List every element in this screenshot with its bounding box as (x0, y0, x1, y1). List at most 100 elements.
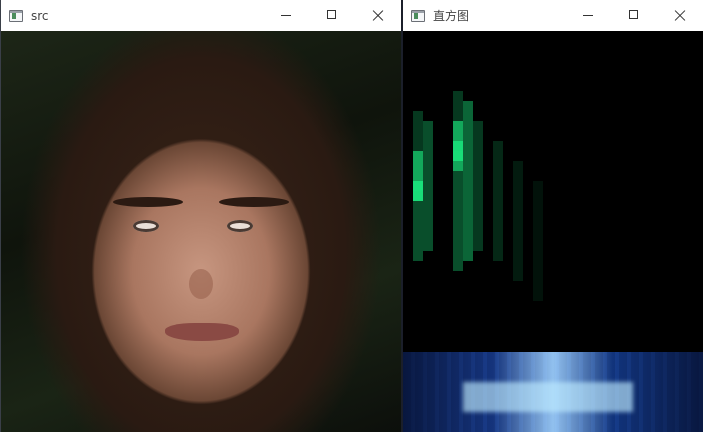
histogram-cell (413, 211, 423, 221)
histogram-cell (513, 261, 523, 271)
histogram-cell (533, 251, 543, 261)
histogram-cell (533, 191, 543, 201)
histogram-cell (423, 231, 433, 241)
histogram-image (403, 31, 703, 352)
histogram-cell (473, 141, 483, 151)
histogram-cell (453, 111, 463, 121)
histogram-cell (533, 261, 543, 271)
histogram-cell (413, 121, 423, 131)
histogram-cell (513, 171, 523, 181)
nose (189, 269, 213, 299)
close-icon[interactable] (657, 0, 703, 31)
histogram-cell (463, 171, 473, 181)
histogram-cell (473, 121, 483, 131)
histogram-cell (463, 151, 473, 161)
maximize-icon[interactable] (611, 0, 657, 31)
histogram-cell (423, 121, 433, 131)
histogram-cell (463, 251, 473, 261)
histogram-cell (473, 171, 483, 181)
close-icon[interactable] (355, 0, 401, 31)
histogram-cell (463, 211, 473, 221)
histogram-cell (533, 181, 543, 191)
histogram-cell (533, 211, 543, 221)
histogram-cell (413, 231, 423, 241)
histogram-titlebar[interactable]: 直方图 (403, 0, 703, 31)
left-eye (133, 220, 159, 232)
histogram-cell (423, 141, 433, 151)
right-eye (227, 220, 253, 232)
histogram-cell (533, 241, 543, 251)
histogram-cell (533, 201, 543, 211)
histogram-cell (413, 241, 423, 251)
histogram-cell (463, 241, 473, 251)
histogram-cell (453, 201, 463, 211)
histogram-window-title: 直方图 (433, 9, 470, 23)
src-titlebar[interactable]: src (1, 0, 401, 31)
maximize-icon[interactable] (309, 0, 355, 31)
histogram-cell (463, 111, 473, 121)
histogram-cell (473, 161, 483, 171)
histogram-cell (453, 161, 463, 171)
histogram-cell (493, 141, 503, 151)
histogram-cell (413, 161, 423, 171)
histogram-cell (453, 191, 463, 201)
histogram-cell (473, 181, 483, 191)
histogram-cell (423, 221, 433, 231)
histogram-cell (423, 201, 433, 211)
histogram-cell (533, 231, 543, 241)
histogram-cell (493, 231, 503, 241)
histogram-cell (423, 151, 433, 161)
histogram-cell (463, 131, 473, 141)
histogram-cell (453, 231, 463, 241)
histogram-cell (513, 201, 523, 211)
histogram-cell (533, 291, 543, 301)
histogram-cell (413, 191, 423, 201)
app-window-icon (9, 9, 23, 22)
histogram-cell (423, 191, 433, 201)
histogram-cell (493, 161, 503, 171)
histogram-cell (463, 181, 473, 191)
histogram-cell (493, 181, 503, 191)
histogram-cell (453, 181, 463, 191)
histogram-cell (453, 211, 463, 221)
histogram-cell (463, 221, 473, 231)
src-window-title: src (31, 8, 49, 23)
histogram-cell (463, 201, 473, 211)
desktop-background (403, 352, 703, 432)
histogram-cell (453, 131, 463, 141)
right-eyebrow (219, 197, 289, 207)
histogram-cell (493, 151, 503, 161)
histogram-cell (453, 141, 463, 151)
histogram-cell (453, 241, 463, 251)
histogram-cell (473, 201, 483, 211)
histogram-window-controls (565, 0, 703, 31)
histogram-cell (413, 151, 423, 161)
histogram-cell (423, 181, 433, 191)
histogram-cell (463, 121, 473, 131)
histogram-cell (413, 141, 423, 151)
histogram-cell (453, 261, 463, 271)
histogram-window: 直方图 (403, 0, 703, 352)
histogram-cell (513, 191, 523, 201)
histogram-cell (463, 141, 473, 151)
histogram-cell (453, 121, 463, 131)
histogram-cell (413, 251, 423, 261)
histogram-cell (513, 241, 523, 251)
histogram-cell (513, 211, 523, 221)
histogram-cell (453, 171, 463, 181)
histogram-cell (493, 191, 503, 201)
desktop-background-glow (463, 382, 633, 412)
histogram-cell (473, 191, 483, 201)
histogram-cell (423, 241, 433, 251)
minimize-icon[interactable] (263, 0, 309, 31)
histogram-cell (513, 271, 523, 281)
histogram-cell (513, 161, 523, 171)
histogram-cell (413, 181, 423, 191)
minimize-icon[interactable] (565, 0, 611, 31)
histogram-cell (493, 241, 503, 251)
histogram-cell (463, 161, 473, 171)
histogram-cell (453, 151, 463, 161)
histogram-cell (423, 211, 433, 221)
histogram-cell (513, 251, 523, 261)
histogram-cell (413, 111, 423, 121)
